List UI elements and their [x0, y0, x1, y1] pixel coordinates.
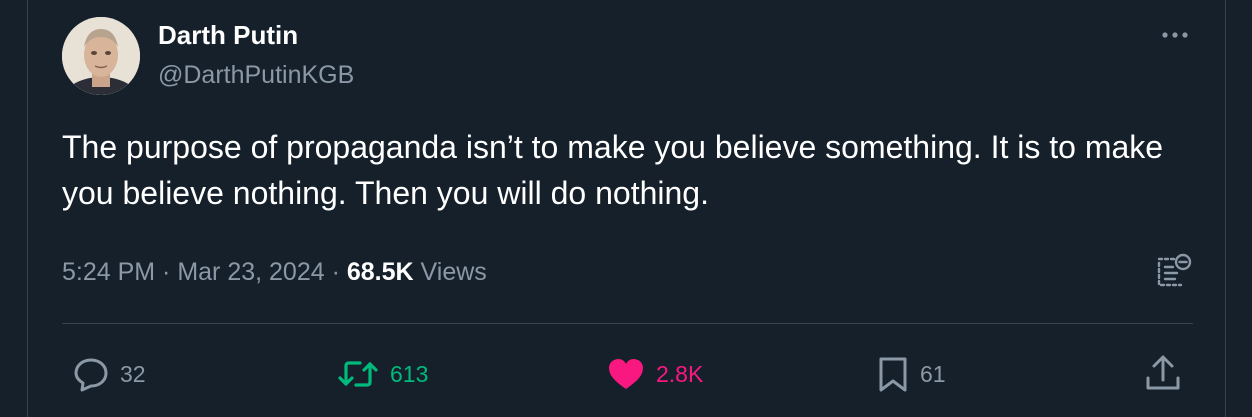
retweet-count: 613 [390, 361, 429, 387]
share-icon[interactable] [1143, 352, 1183, 396]
meta-separator: · [155, 258, 178, 286]
retweet-icon [338, 361, 378, 387]
views-label: Views [413, 258, 487, 286]
like-count: 2.8K [656, 361, 704, 387]
like-button[interactable]: 2.8K [606, 352, 703, 396]
display-name[interactable]: Darth Putin [158, 18, 298, 52]
tweet-meta: 5:24 PM · Mar 23, 2024 · 68.5K Views [62, 252, 487, 292]
summary-icon[interactable] [1155, 253, 1193, 289]
reply-icon [74, 358, 108, 392]
tweet-text: The purpose of propaganda isn’t to make … [62, 129, 1164, 211]
column-border-right [1225, 0, 1226, 417]
tweet-card: Darth Putin @DarthPutinKGB The purpose o… [0, 0, 1252, 417]
user-handle[interactable]: @DarthPutinKGB [158, 58, 354, 92]
bookmark-count: 61 [920, 361, 946, 387]
avatar[interactable] [62, 17, 140, 95]
views-count: 68.5K [346, 258, 414, 286]
meta-separator: · [324, 258, 347, 286]
divider [62, 323, 1193, 324]
bookmark-button[interactable]: 61 [876, 352, 946, 396]
reply-count: 32 [120, 361, 146, 387]
bookmark-icon [879, 357, 907, 392]
reply-button[interactable]: 32 [72, 352, 146, 396]
retweet-button[interactable]: 613 [336, 352, 428, 396]
column-border-left [27, 0, 28, 417]
tweet-date[interactable]: Mar 23, 2024 [177, 258, 324, 286]
more-icon[interactable] [1157, 20, 1193, 50]
tweet-time[interactable]: 5:24 PM [62, 258, 155, 286]
heart-icon [609, 359, 643, 389]
